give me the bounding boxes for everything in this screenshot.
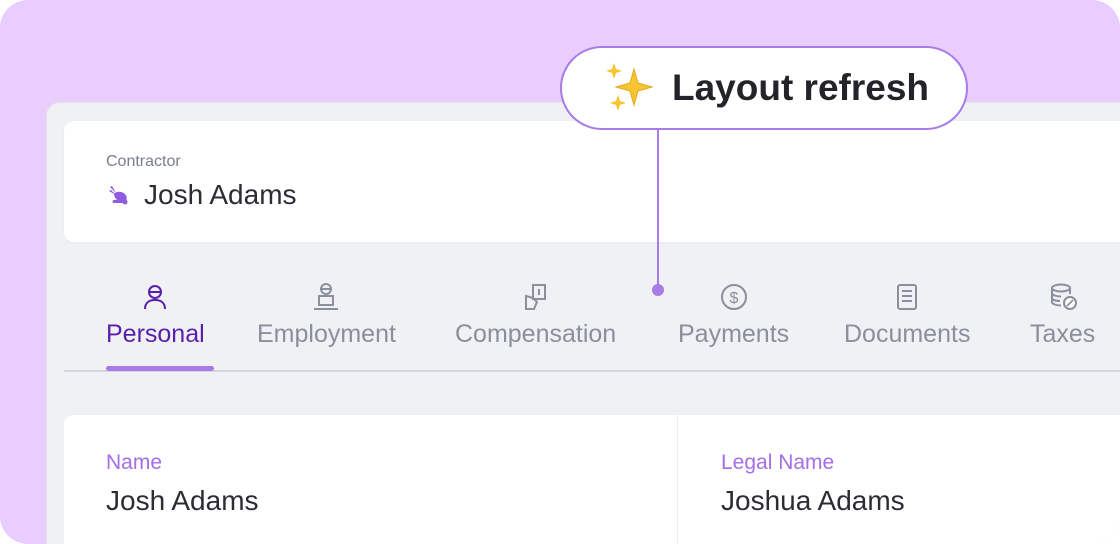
profile-name: Josh Adams xyxy=(144,179,297,210)
tab-label: Employment xyxy=(257,320,396,348)
tab-payments[interactable]: $ Payments xyxy=(678,282,789,349)
rabbit-logo-icon xyxy=(109,186,128,205)
tab-label: Taxes xyxy=(1030,320,1096,348)
name-label: Name xyxy=(106,451,163,474)
tab-employment[interactable]: Employment xyxy=(257,282,396,349)
profile-tabs: Personal Employment Compensation $ Payme… xyxy=(64,282,1120,372)
coins-percent-icon xyxy=(1050,283,1077,310)
tab-label: Personal xyxy=(106,320,205,348)
role-label: Contractor xyxy=(106,153,181,170)
tab-compensation[interactable]: Compensation xyxy=(455,282,616,349)
layout-refresh-callout: Layout refresh xyxy=(560,46,968,130)
tab-taxes[interactable]: Taxes xyxy=(1030,282,1095,349)
profile-header-card: Contractor Josh Adams xyxy=(64,121,1120,242)
legal-name-value: Joshua Adams xyxy=(721,485,905,516)
column-divider xyxy=(677,415,678,544)
legal-name-label: Legal Name xyxy=(721,451,835,474)
active-tab-indicator xyxy=(106,366,214,371)
callout-anchor-dot xyxy=(652,284,664,296)
svg-text:$: $ xyxy=(729,290,738,307)
hand-cash-icon xyxy=(524,284,546,310)
tab-label: Compensation xyxy=(455,320,617,348)
tab-label: Documents xyxy=(844,320,971,348)
sparkles-icon xyxy=(606,63,654,111)
person-icon xyxy=(144,285,167,310)
profile-name-row: Josh Adams xyxy=(106,179,297,211)
legal-name-field: Legal Name Joshua Adams xyxy=(721,451,905,517)
callout-text: Layout refresh xyxy=(672,67,930,108)
personal-details-card: Name Josh Adams Legal Name Joshua Adams xyxy=(64,415,1120,544)
promo-frame: Contractor Josh Adams Personal Employmen… xyxy=(0,0,1120,544)
person-laptop-icon xyxy=(314,283,339,310)
tab-label: Payments xyxy=(678,320,790,348)
tab-documents[interactable]: Documents xyxy=(844,282,970,349)
document-icon xyxy=(897,284,918,310)
name-value: Josh Adams xyxy=(106,485,259,516)
tab-personal[interactable]: Personal xyxy=(106,282,205,349)
callout-connector xyxy=(657,130,659,290)
name-field: Name Josh Adams xyxy=(106,451,259,517)
dollar-circle-icon: $ xyxy=(720,284,747,310)
